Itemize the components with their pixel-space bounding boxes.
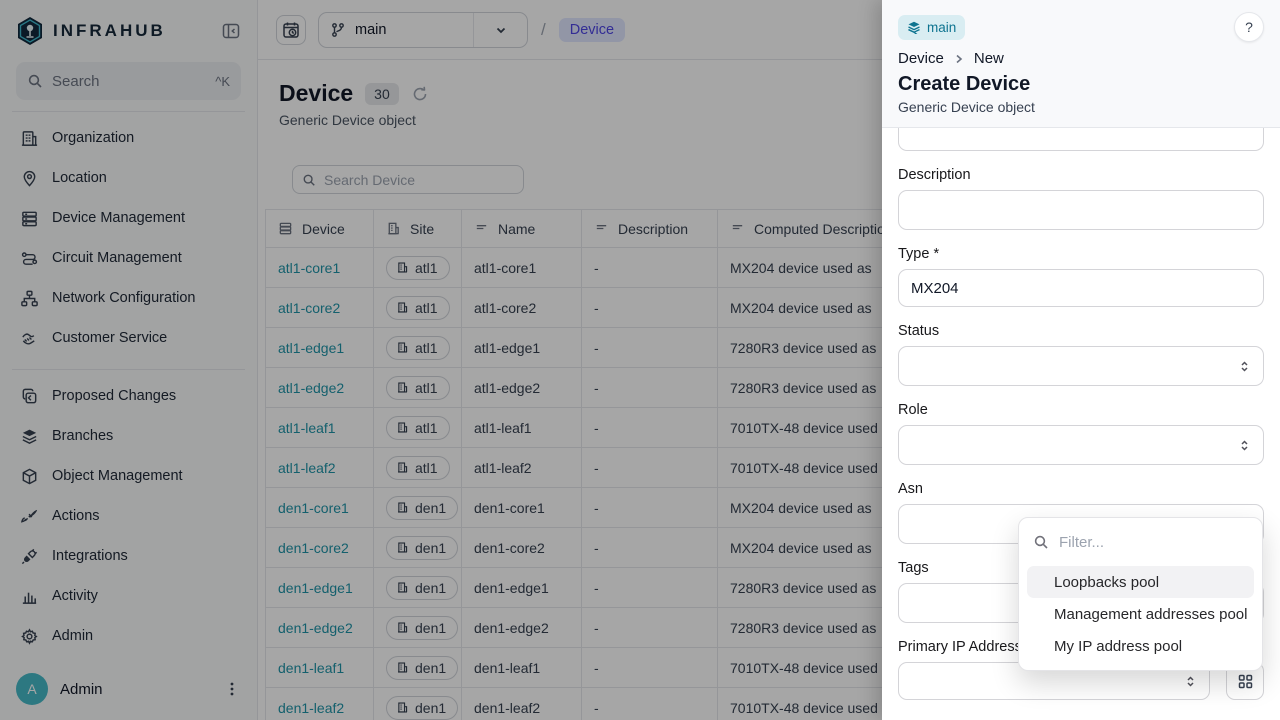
asn-label: Asn	[898, 481, 1264, 497]
type-field[interactable]: MX204	[898, 269, 1264, 307]
branch-badge: main	[898, 15, 965, 40]
dropdown-filter[interactable]	[1019, 518, 1262, 566]
description-label: Description	[898, 167, 1264, 183]
name-field-partial[interactable]	[898, 128, 1264, 151]
drawer-breadcrumb: Device New	[898, 50, 1264, 67]
breadcrumb-current: New	[974, 50, 1004, 67]
type-label: Type *	[898, 246, 1264, 262]
dropdown-option[interactable]: Management addresses pool	[1027, 598, 1254, 630]
description-field[interactable]	[898, 190, 1264, 230]
breadcrumb-root: Device	[898, 50, 944, 67]
status-select[interactable]	[898, 346, 1264, 386]
dropdown-option[interactable]: Loopbacks pool	[1027, 566, 1254, 598]
help-button[interactable]: ?	[1234, 12, 1264, 42]
drawer-subtitle: Generic Device object	[898, 99, 1264, 115]
app-root: INFRAHUB Search ^K Organization Location…	[0, 0, 1280, 720]
grid-pool-icon	[1237, 673, 1254, 690]
dropdown-filter-input[interactable]	[1059, 534, 1248, 551]
dropdown-options: Loopbacks poolManagement addresses poolM…	[1019, 566, 1262, 662]
drawer-title: Create Device	[898, 73, 1264, 96]
chevron-right-icon	[953, 53, 965, 65]
role-select[interactable]	[898, 425, 1264, 465]
search-icon	[1033, 534, 1049, 550]
role-label: Role	[898, 402, 1264, 418]
branch-badge-label: main	[927, 20, 956, 35]
drawer-header: main ? Device New Create Device Generic …	[882, 0, 1280, 128]
chevrons-up-down-icon	[1184, 675, 1197, 688]
chevrons-up-down-icon	[1238, 360, 1251, 373]
chevrons-up-down-icon	[1238, 439, 1251, 452]
pool-dropdown: Loopbacks poolManagement addresses poolM…	[1018, 517, 1263, 671]
status-label: Status	[898, 323, 1264, 339]
dropdown-option[interactable]: My IP address pool	[1027, 630, 1254, 662]
layers-icon	[907, 20, 921, 34]
